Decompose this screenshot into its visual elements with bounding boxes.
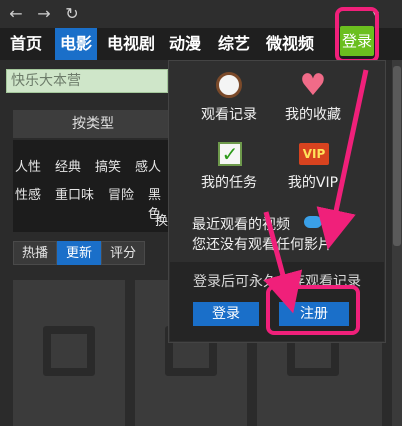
arrow-to-register <box>263 211 303 314</box>
annotation-arrows <box>263 69 369 314</box>
arrow-to-recent <box>316 69 369 250</box>
